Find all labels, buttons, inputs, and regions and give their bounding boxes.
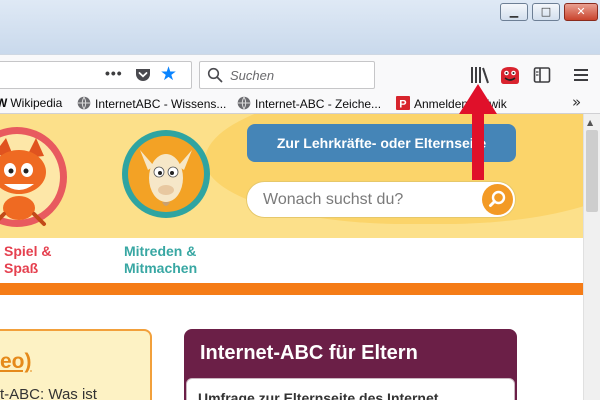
url-bar[interactable]: ••• ★ <box>0 61 192 89</box>
bookmark-wikipedia[interactable]: W Wikipedia <box>0 96 62 110</box>
wikipedia-icon: W <box>0 96 8 110</box>
bookmarks-overflow-button[interactable]: » <box>572 93 581 111</box>
pocket-icon[interactable] <box>135 68 151 83</box>
parents-section-title: Internet-ABC für Eltern <box>200 342 418 364</box>
svg-text:P: P <box>399 99 406 111</box>
bookmark-label: InternetABC - Wissens... <box>95 97 227 111</box>
search-placeholder: Suchen <box>230 68 275 83</box>
nav-label-line: Mitmachen <box>124 260 198 276</box>
goat-mascot-icon[interactable] <box>120 128 212 220</box>
bookmark-star-icon[interactable]: ★ <box>160 63 177 85</box>
minimize-button[interactable]: ▁ <box>500 3 528 21</box>
site-search-field[interactable]: Wonach suchst du? <box>246 181 516 218</box>
minimize-icon: ▁ <box>509 5 519 18</box>
extension-icon[interactable] <box>498 65 522 85</box>
scroll-up-arrow-icon[interactable]: ▲ <box>587 118 593 127</box>
search-icon <box>489 190 506 207</box>
window-titlebar: ▁ □ ✕ <box>0 0 600 54</box>
maximize-icon: □ <box>540 5 552 18</box>
page-actions-button[interactable]: ••• <box>105 65 123 81</box>
fox-mascot-icon[interactable] <box>0 124 70 230</box>
bookmark-internetabc-wissen[interactable]: InternetABC - Wissens... <box>77 96 226 111</box>
navigation-toolbar: ••• ★ Suchen <box>0 54 600 94</box>
bookmark-label: Internet-ABC - Zeiche... <box>255 97 382 111</box>
nav-label-line: Spaß <box>4 260 39 276</box>
search-icon <box>207 67 223 83</box>
globe-icon <box>77 96 91 110</box>
bookmark-label: Wikipedia <box>10 96 63 110</box>
nav-mitreden-und-mitmachen[interactable]: Mitreden & Mitmachen <box>124 243 197 277</box>
nav-label-line: Mitreden & <box>124 243 197 259</box>
site-search-placeholder: Wonach suchst du? <box>263 191 404 208</box>
site-search-button[interactable] <box>482 184 513 215</box>
close-button[interactable]: ✕ <box>564 3 598 21</box>
scrollbar-thumb[interactable] <box>586 130 598 212</box>
annotation-arrow-icon <box>459 84 497 180</box>
close-icon: ✕ <box>576 5 586 18</box>
orange-divider <box>0 283 583 295</box>
bookmark-internetabc-zeichen[interactable]: Internet-ABC - Zeiche... <box>237 96 381 111</box>
nav-label-line: Spiel & <box>4 243 52 259</box>
left-teaser-title[interactable]: eo) <box>0 350 32 374</box>
sidebar-icon[interactable] <box>533 65 551 85</box>
left-teaser-text: t-ABC: Was ist <box>0 386 97 400</box>
nav-spiel-und-spass[interactable]: Spiel & Spaß <box>4 243 51 277</box>
bookmarks-toolbar: W Wikipedia InternetABC - Wissens... Inte… <box>0 93 600 114</box>
globe-icon <box>237 96 251 110</box>
menu-icon[interactable] <box>574 65 588 85</box>
maximize-button[interactable]: □ <box>532 3 560 21</box>
search-bar[interactable]: Suchen <box>199 61 375 89</box>
parents-teaser-text[interactable]: Umfrage zur Elternseite des Internet <box>198 390 438 400</box>
library-icon[interactable] <box>469 65 491 85</box>
piwik-icon: P <box>396 96 410 110</box>
